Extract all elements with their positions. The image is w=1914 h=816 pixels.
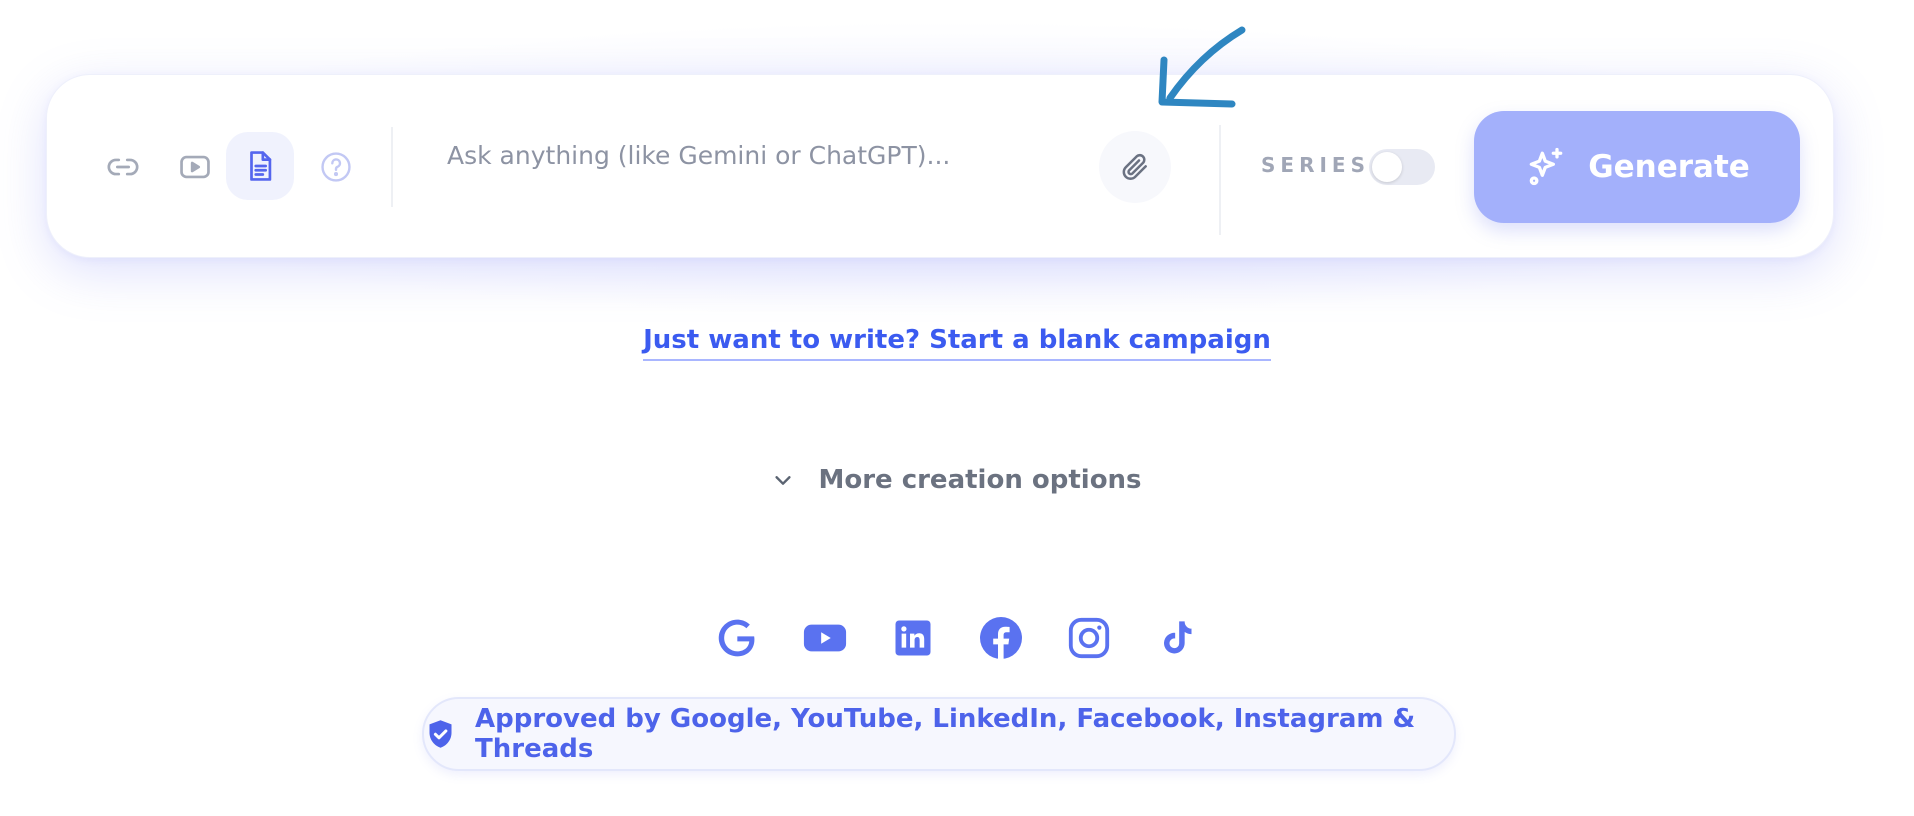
video-source-button[interactable] bbox=[161, 133, 229, 201]
source-divider bbox=[391, 127, 393, 207]
document-icon bbox=[250, 151, 272, 181]
instagram-icon bbox=[1065, 614, 1113, 662]
blank-campaign-prefix: Just want to write? bbox=[643, 325, 930, 355]
link-icon bbox=[107, 158, 139, 176]
approved-text: Approved by Google, YouTube, LinkedIn, F… bbox=[475, 704, 1416, 764]
paperclip-icon bbox=[1122, 153, 1147, 180]
series-label: SERIES bbox=[1261, 153, 1370, 177]
attach-button[interactable] bbox=[1099, 131, 1171, 203]
link-source-button[interactable] bbox=[89, 133, 157, 201]
approved-badge: Approved by Google, YouTube, LinkedIn, F… bbox=[422, 697, 1456, 771]
document-source-button[interactable] bbox=[226, 132, 294, 200]
generate-button[interactable]: Generate bbox=[1474, 111, 1800, 223]
annotation-arrow-icon bbox=[1158, 26, 1246, 108]
youtube-icon bbox=[801, 614, 849, 662]
prompt-input[interactable] bbox=[431, 130, 1127, 180]
prompt-bar: SERIES Generate bbox=[46, 74, 1834, 258]
sparkles-icon bbox=[1529, 147, 1563, 186]
social-platforms-row bbox=[0, 614, 1914, 662]
help-source-button[interactable] bbox=[302, 133, 370, 201]
blank-campaign-link-row: Just want to write? Start a blank campai… bbox=[0, 325, 1914, 361]
tiktok-icon bbox=[1153, 614, 1201, 662]
options-divider bbox=[1219, 125, 1221, 235]
help-icon bbox=[321, 152, 351, 182]
shield-check-icon bbox=[429, 720, 452, 748]
linkedin-icon bbox=[889, 614, 937, 662]
video-icon bbox=[180, 155, 210, 179]
generate-label: Generate bbox=[1588, 149, 1750, 185]
series-toggle[interactable] bbox=[1369, 149, 1435, 185]
blank-campaign-link[interactable]: Just want to write? Start a blank campai… bbox=[643, 325, 1271, 361]
more-creation-options-label: More creation options bbox=[818, 465, 1142, 495]
blank-campaign-link-text: Start a blank campaign bbox=[929, 325, 1271, 355]
more-creation-options-toggle[interactable]: More creation options bbox=[0, 465, 1914, 495]
google-icon bbox=[713, 614, 761, 662]
series-toggle-knob bbox=[1372, 152, 1402, 182]
chevron-down-icon bbox=[775, 476, 792, 485]
facebook-icon bbox=[977, 614, 1025, 662]
